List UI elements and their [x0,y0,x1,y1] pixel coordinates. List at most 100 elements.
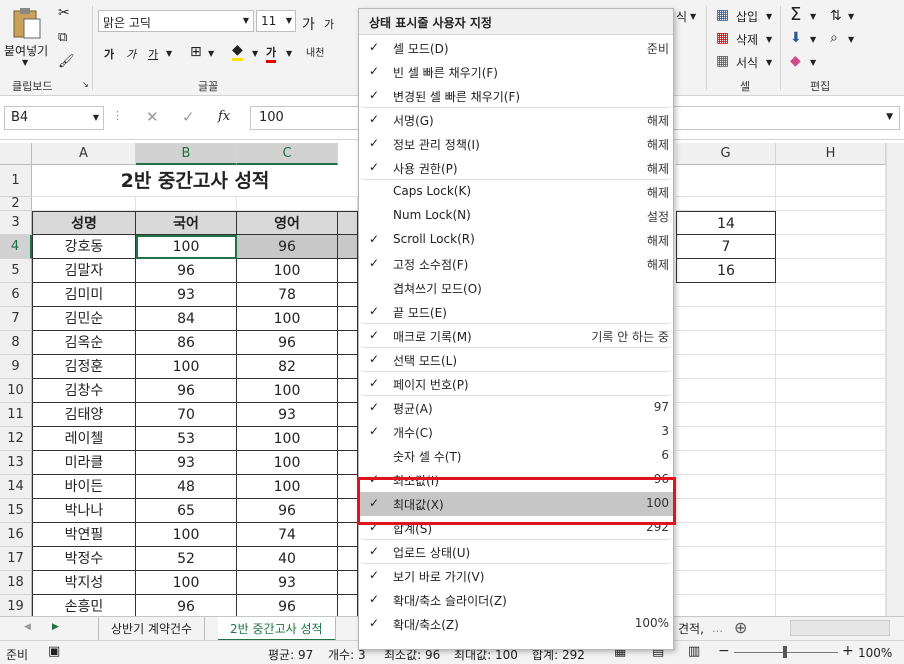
menu-item[interactable]: ✓ 확대/축소(Z) 100% [359,612,673,636]
table-cell[interactable]: 박지성 [32,571,136,595]
chevron-down-icon[interactable]: ▼ [93,113,99,122]
font-color-button[interactable]: 가 [266,44,277,63]
col-header-b[interactable]: B [136,143,237,165]
menu-item[interactable]: ✓ 셀 모드(D) 준비 [359,36,673,60]
table-cell[interactable]: 박연필 [32,523,136,547]
sheet-title[interactable]: 2반 중간고사 성적 [32,165,358,197]
table-cell[interactable]: 84 [136,307,237,331]
table-cell[interactable]: 74 [237,523,338,547]
table-cell[interactable] [338,403,358,427]
cell[interactable] [237,197,358,211]
menu-item[interactable]: ✓ 보기 바로 가기(V) [359,564,673,588]
macro-record-icon[interactable]: ▣ [48,644,60,659]
table-cell[interactable]: 52 [136,547,237,571]
menu-item[interactable]: ✓ 매크로 기록(M) 기록 안 하는 중 [359,324,673,348]
table-cell[interactable]: 100 [136,523,237,547]
chevron-down-icon[interactable]: ▼ [166,49,172,58]
chevron-down-icon[interactable]: ▼ [848,35,854,44]
cell[interactable] [676,403,776,427]
menu-item[interactable]: ✓ 사용 권한(P) 해제 [359,156,673,180]
chevron-down-icon[interactable]: ▼ [690,12,696,21]
row-header[interactable]: 17 [0,547,32,571]
table-cell[interactable]: 93 [136,283,237,307]
menu-item[interactable]: Num Lock(N) 설정 [359,204,673,228]
col-header-g[interactable]: G [676,143,776,165]
enter-icon[interactable]: ✓ [182,108,195,126]
cell[interactable] [676,283,776,307]
cell[interactable] [676,197,776,211]
zoom-in-icon[interactable]: + [842,643,854,659]
cell[interactable] [776,571,886,595]
chevron-down-icon[interactable]: ▼ [848,12,854,21]
cell[interactable] [776,235,886,259]
cancel-icon[interactable]: ✕ [146,108,159,126]
bold-button[interactable]: 가 [104,46,114,62]
zoom-level[interactable]: 100% [858,646,892,660]
fill-icon[interactable]: ⬇ [790,30,802,46]
chevron-down-icon[interactable]: ▼ [810,12,816,21]
menu-item[interactable]: 겹쳐쓰기 모드(O) [359,276,673,300]
chevron-down-icon[interactable]: ▼ [766,58,772,67]
table-cell[interactable]: 강호동 [32,235,136,259]
chevron-down-icon[interactable]: ▼ [252,49,258,58]
paste-icon[interactable] [10,6,44,40]
col-header-h[interactable]: H [776,143,886,165]
table-cell[interactable] [338,355,358,379]
cell[interactable] [776,427,886,451]
menu-item[interactable]: ✓ Scroll Lock(R) 해제 [359,228,673,252]
row-header[interactable]: 5 [0,259,32,283]
cell[interactable] [676,595,776,616]
table-cell[interactable] [338,331,358,355]
cell[interactable] [676,355,776,379]
table-cell[interactable]: 53 [136,427,237,451]
row-header[interactable]: 10 [0,379,32,403]
row-header[interactable]: 9 [0,355,32,379]
menu-item[interactable]: ✓ 평균(A) 97 [359,396,673,420]
cell[interactable] [776,283,886,307]
sort-filter-icon[interactable]: ⇅ [830,8,842,24]
row-header[interactable]: 12 [0,427,32,451]
table-header-cell[interactable]: 국어 [136,211,237,235]
page-break-icon[interactable]: ▥ [688,644,700,659]
table-cell[interactable]: 96 [136,259,237,283]
zoom-slider-thumb[interactable] [783,646,787,658]
cell[interactable] [776,379,886,403]
table-header-cell[interactable] [338,211,358,235]
find-icon[interactable]: ⌕ [830,30,838,46]
cell[interactable] [776,547,886,571]
table-cell[interactable] [338,499,358,523]
tab-sales-contracts[interactable]: 상반기 계약건수 [98,617,206,641]
autosum-icon[interactable]: Σ [790,4,801,25]
copy-icon[interactable]: ⧉ [58,30,67,45]
table-cell[interactable] [338,307,358,331]
cell[interactable] [776,165,886,197]
cell[interactable] [676,331,776,355]
table-cell[interactable]: 82 [237,355,338,379]
chevron-down-icon[interactable]: ▼ [766,35,772,44]
clear-icon[interactable]: ◆ [790,53,801,69]
chevron-down-icon[interactable]: ▼ [810,35,816,44]
tab-scroll-left-icon[interactable]: ◀ [24,622,31,632]
cell[interactable] [776,307,886,331]
chevron-down-icon[interactable]: ▼ [286,16,292,25]
table-cell[interactable] [338,259,358,283]
menu-item[interactable]: ✓ 선택 모드(L) [359,348,673,372]
menu-item[interactable]: Caps Lock(K) 해제 [359,180,673,204]
table-cell[interactable] [338,547,358,571]
vertical-scrollbar[interactable] [886,143,904,616]
menu-item[interactable]: ✓ 확대/축소 슬라이더(Z) [359,588,673,612]
table-cell[interactable] [338,571,358,595]
table-cell[interactable]: 김옥순 [32,331,136,355]
table-cell[interactable] [338,595,358,616]
fill-color-icon[interactable]: ◆ [232,42,243,61]
cell[interactable] [676,571,776,595]
paste-button[interactable]: 붙여넣기 [4,42,48,59]
table-cell[interactable]: 96 [237,331,338,355]
insert-icon[interactable]: ▦ [716,7,729,23]
table-cell[interactable]: 93 [237,571,338,595]
table-header-cell[interactable]: 성명 [32,211,136,235]
cell[interactable] [676,475,776,499]
insert-button[interactable]: 삽입 [736,8,758,25]
table-cell[interactable]: 김민순 [32,307,136,331]
cell[interactable] [136,197,237,211]
